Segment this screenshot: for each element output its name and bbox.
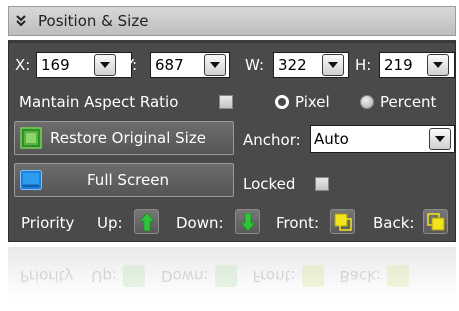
reflection-front-icon [301,265,324,287]
percent-radio[interactable] [360,95,374,109]
anchor-label: Anchor: [243,131,301,149]
pixel-label: Pixel [295,93,330,111]
locked-label: Locked [243,175,296,193]
y-label: Y: [125,56,138,74]
restore-button-label: Restore Original Size [50,129,206,147]
w-dropdown-button[interactable] [322,54,344,76]
x-label: X: [15,56,31,74]
aspect-ratio-checkbox[interactable] [219,95,233,109]
full-screen-label: Full Screen [87,171,169,189]
reflection-up-icon [122,265,145,287]
reflection-down-icon [214,265,237,287]
h-label: H: [355,56,372,74]
send-to-back-button[interactable] [423,209,448,234]
reflection-content: Priority Up: Down: Front: Back: [8,261,456,291]
reflection-back-icon [387,265,409,287]
double-chevron-down-icon[interactable] [14,13,28,29]
priority-down-button[interactable] [235,209,260,234]
chevron-down-icon [328,62,338,68]
chevron-down-icon [433,62,443,68]
restore-original-size-button[interactable]: Restore Original Size [14,121,234,155]
resize-icon [20,127,42,149]
fullscreen-icon [20,170,42,190]
panel-title: Position & Size [38,12,149,30]
bring-to-front-button[interactable] [330,209,355,234]
h-dropdown-button[interactable] [427,54,449,76]
y-dropdown-button[interactable] [204,54,226,76]
full-screen-button[interactable]: Full Screen [14,163,234,197]
priority-up-label: Up: [97,214,123,232]
pixel-radio[interactable] [275,95,289,109]
panel-body: X: 169 Y: 687 W: 322 H: 219 Mantain Aspe… [8,40,456,242]
aspect-ratio-label: Mantain Aspect Ratio [19,93,179,111]
priority-label: Priority [21,214,75,232]
chevron-down-icon [210,62,220,68]
panel-header[interactable]: Position & Size [8,6,456,36]
reflection-down-label: Down: [160,267,209,285]
reflection-front-label: Front: [252,267,296,285]
priority-down-label: Down: [176,214,224,232]
locked-checkbox[interactable] [315,177,329,191]
x-dropdown-button[interactable] [94,54,116,76]
percent-label: Percent [380,93,437,111]
y-value: 687 [155,56,184,74]
priority-front-label: Front: [276,214,319,232]
send-to-back-icon [426,212,444,230]
x-value: 169 [41,56,70,74]
w-label: W: [245,56,265,74]
chevron-down-icon [100,62,110,68]
position-size-panel: Position & Size X: 169 Y: 687 W: 322 H: … [0,0,459,311]
anchor-dropdown-button[interactable] [429,128,451,150]
reflection-back-label: Back: [339,267,381,285]
priority-back-label: Back: [373,214,415,232]
x-field[interactable]: 169 [36,52,132,78]
priority-up-button[interactable] [134,209,159,234]
chevron-down-icon [435,136,445,142]
reflection-priority-label: Priority [20,267,74,285]
w-value: 322 [278,56,307,74]
panel-reflection: Priority Up: Down: Front: Back: [8,247,456,311]
anchor-value: Auto [314,130,349,148]
bring-to-front-icon [334,213,352,231]
reflection-up-label: Up: [91,267,117,285]
arrow-up-icon [139,212,154,231]
h-value: 219 [384,56,413,74]
arrow-down-icon [240,212,255,231]
